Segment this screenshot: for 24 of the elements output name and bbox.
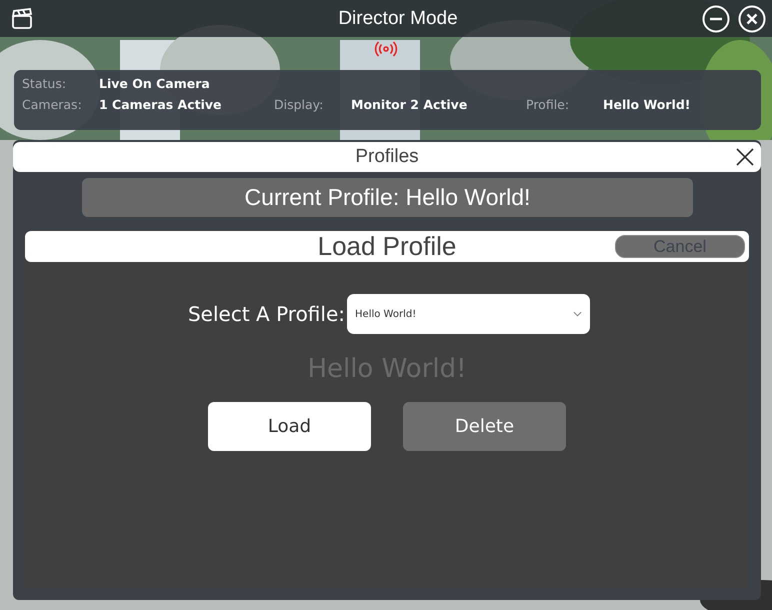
field-label: Display:: [274, 97, 324, 112]
clapperboard-icon: [10, 6, 34, 30]
field-value: Live On Camera: [99, 76, 211, 91]
field-label: Status:: [22, 76, 68, 91]
window-title: Director Mode: [337, 8, 459, 30]
close-icon: [735, 147, 755, 167]
current-profile-text: Current Profile: Hello World!: [244, 184, 530, 211]
select-label: Select A Profile:: [188, 302, 346, 326]
field-value: Monitor 2 Active: [351, 97, 468, 112]
dialog-title: Load Profile: [318, 231, 456, 262]
action-button[interactable]: Load: [208, 402, 371, 451]
minimize-icon: [702, 4, 730, 32]
field-label: Profile:: [526, 97, 570, 112]
close-icon: [738, 4, 766, 32]
field-label: Cameras:: [22, 97, 83, 112]
close-button[interactable]: [735, 147, 755, 167]
broadcast-icon: [374, 40, 398, 58]
action-button[interactable]: Delete: [403, 402, 566, 451]
field-value: 1 Cameras Active: [99, 97, 223, 112]
field-value: Hello World!: [603, 97, 692, 112]
profile-dropdown[interactable]: Hello World!: [347, 294, 590, 334]
chevron-down-icon: [573, 311, 582, 317]
panel-title: Profiles: [355, 146, 419, 168]
minimize-button[interactable]: [702, 4, 730, 32]
